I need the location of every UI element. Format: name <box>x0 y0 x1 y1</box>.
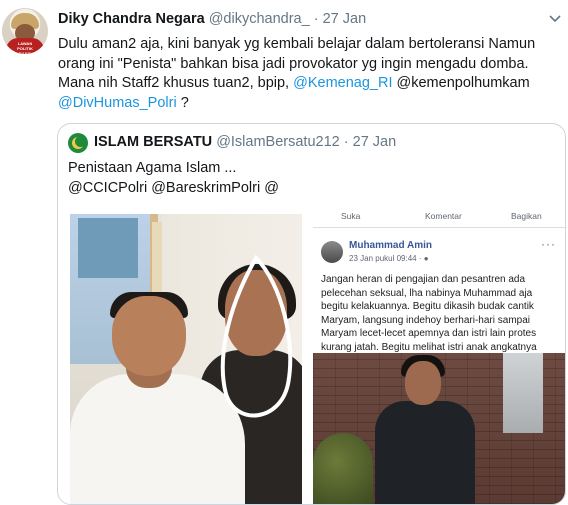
fb-photo-window <box>503 353 543 433</box>
header-separator: · <box>313 11 319 27</box>
tweet-text: Dulu aman2 aja, kini banyak yg kembali b… <box>58 35 563 113</box>
quoted-author-avatar <box>68 133 88 153</box>
photo-person-left-face <box>112 296 186 376</box>
quoted-author-name: ISLAM BERSATU <box>94 134 213 150</box>
fb-comment-label: Komentar <box>425 211 462 221</box>
fb-share-label: Bagikan <box>511 211 542 221</box>
tweet-text-part2: @kemenpolhumkam <box>392 75 530 91</box>
fb-like-label: Suka <box>341 211 361 221</box>
quoted-photo-left[interactable] <box>70 214 302 504</box>
quoted-tweet-card[interactable]: ISLAM BERSATU @IslamBersatu212 · 27 Jan … <box>57 123 566 505</box>
quoted-line-2: @CCICPolri @BareskrimPolri @ <box>68 180 279 196</box>
chevron-down-icon[interactable] <box>547 13 563 25</box>
fb-post-text: Jangan heran di pengajian dan pesantren … <box>321 274 537 353</box>
tweet-timestamp[interactable]: 27 Jan <box>323 11 367 27</box>
author-handle[interactable]: @dikychandra_ <box>209 11 310 27</box>
highlight-oval <box>220 254 293 418</box>
quoted-line-1: Penistaan Agama Islam ... <box>68 160 237 176</box>
quoted-photo-right-screenshot[interactable]: Suka Komentar Bagikan Muhammad Amin 23 J… <box>313 211 565 504</box>
author-name[interactable]: Diky Chandra Negara <box>58 11 205 27</box>
tweet-text-part3: ? <box>176 94 189 111</box>
avatar-badge-text: LAWAN POLITIK RASIS <box>17 41 33 54</box>
mention-divhumas-link[interactable]: @DivHumas_Polri <box>58 95 177 111</box>
fb-author-name: Muhammad Amin <box>349 240 432 251</box>
fb-photo-plant <box>313 433 373 504</box>
fb-post-time-text: 23 Jan pukul 09:44 · <box>349 254 424 263</box>
fb-divider <box>313 227 565 228</box>
fb-photo-person-body <box>375 401 475 504</box>
fb-more-icon: ··· <box>541 237 556 251</box>
globe-icon: ● <box>423 254 429 263</box>
tweet-header: Diky Chandra Negara @dikychandra_ · 27 J… <box>58 11 366 27</box>
fb-actions-bar: Suka Komentar Bagikan <box>313 211 565 225</box>
quoted-author-handle: @IslamBersatu212 <box>216 134 340 150</box>
crescent-logo-icon <box>72 136 86 149</box>
fb-post-time: 23 Jan pukul 09:44 · ● <box>349 254 429 263</box>
quoted-timestamp: 27 Jan <box>352 134 397 150</box>
fb-photo-person-face <box>405 361 441 405</box>
quoted-header-separator: · <box>343 134 349 150</box>
photo-window-pane <box>78 218 138 278</box>
author-avatar[interactable]: LAWAN POLITIK RASIS <box>2 8 48 54</box>
quoted-tweet-header: ISLAM BERSATU @IslamBersatu212 · 27 Jan <box>94 134 396 150</box>
quoted-tweet-text: Penistaan Agama Islam ... @CCICPolri @Ba… <box>68 158 548 198</box>
fb-author-avatar <box>321 241 343 263</box>
mention-kemenag-link[interactable]: @Kemenag_RI <box>293 75 392 91</box>
